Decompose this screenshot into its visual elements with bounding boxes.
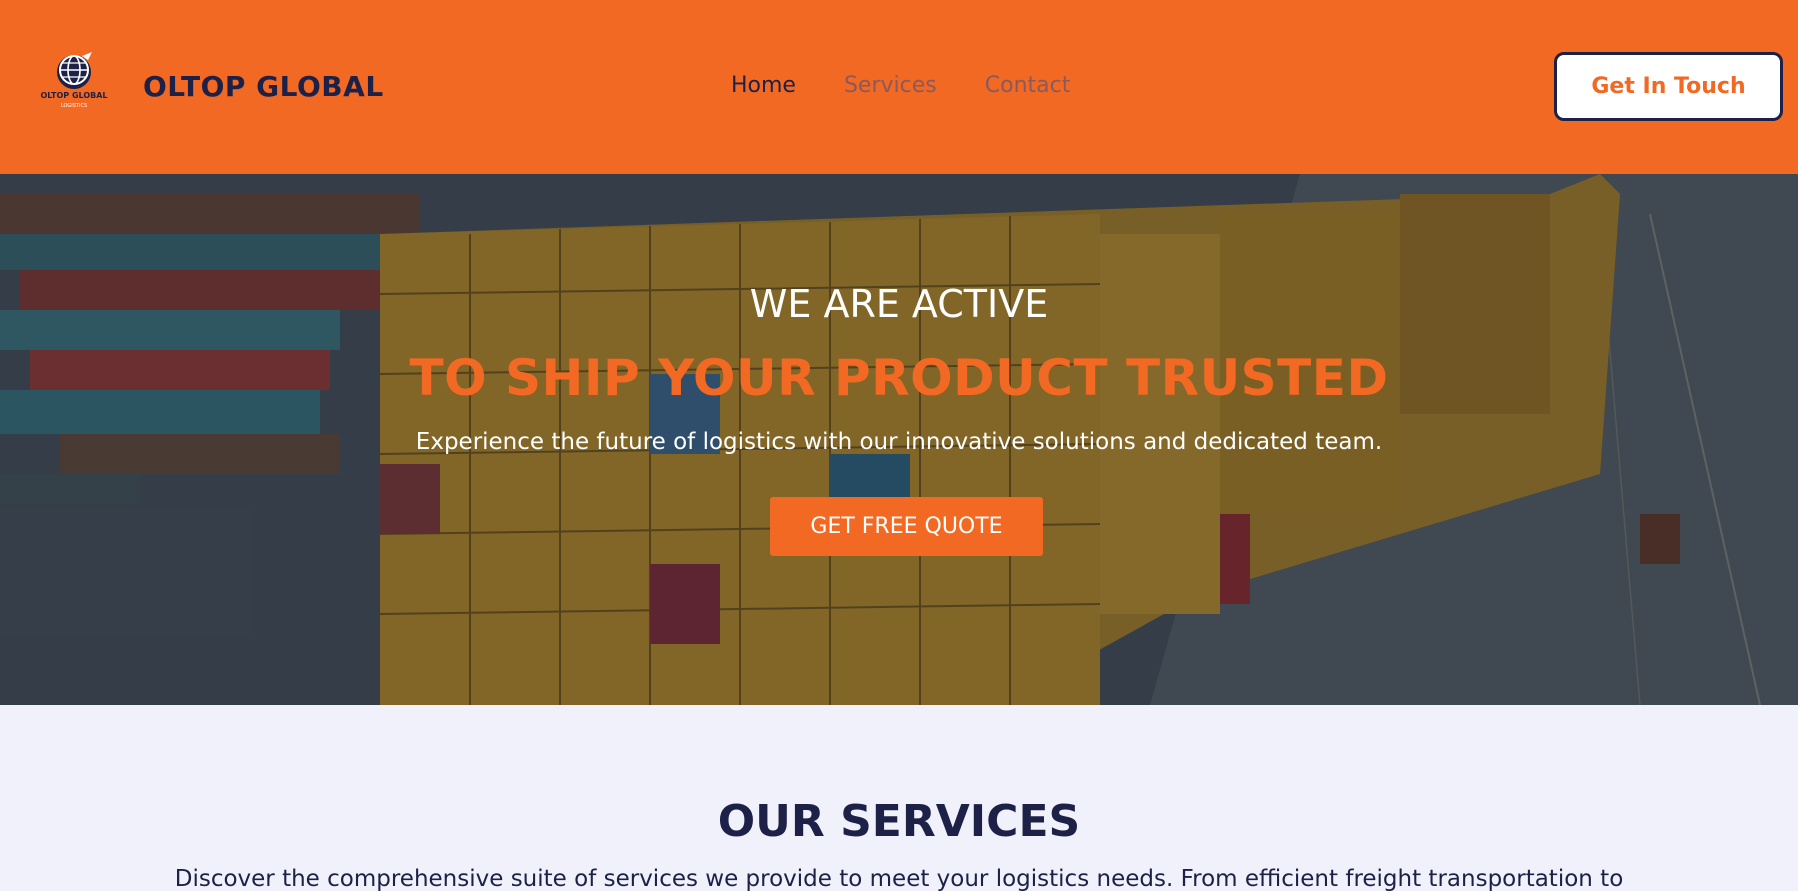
main-nav: Home Services Contact bbox=[731, 73, 1070, 98]
hero-content: WE ARE ACTIVE TO SHIP YOUR PRODUCT TRUST… bbox=[0, 174, 1798, 705]
hero-kicker: WE ARE ACTIVE bbox=[749, 282, 1049, 326]
brand-name: OLTOP GLOBAL bbox=[143, 70, 384, 103]
get-free-quote-button[interactable]: GET FREE QUOTE bbox=[770, 497, 1043, 556]
svg-text:OLTOP GLOBAL: OLTOP GLOBAL bbox=[40, 91, 107, 100]
nav-link-home[interactable]: Home bbox=[731, 73, 796, 98]
hero-title: TO SHIP YOUR PRODUCT TRUSTED bbox=[409, 349, 1389, 407]
svg-text:LOGISTICS: LOGISTICS bbox=[61, 103, 87, 109]
hero-subtitle: Experience the future of logistics with … bbox=[415, 429, 1383, 455]
services-description: Discover the comprehensive suite of serv… bbox=[174, 866, 1624, 891]
nav-link-contact[interactable]: Contact bbox=[985, 73, 1071, 98]
services-heading: OUR SERVICES bbox=[717, 796, 1081, 847]
nav-link-services[interactable]: Services bbox=[844, 73, 937, 98]
get-in-touch-button[interactable]: Get In Touch bbox=[1554, 52, 1783, 121]
company-logo[interactable]: OLTOP GLOBAL LOGISTICS bbox=[38, 50, 110, 112]
hero-section: WE ARE ACTIVE TO SHIP YOUR PRODUCT TRUST… bbox=[0, 174, 1798, 705]
site-header: OLTOP GLOBAL LOGISTICS OLTOP GLOBAL Home… bbox=[0, 0, 1798, 174]
